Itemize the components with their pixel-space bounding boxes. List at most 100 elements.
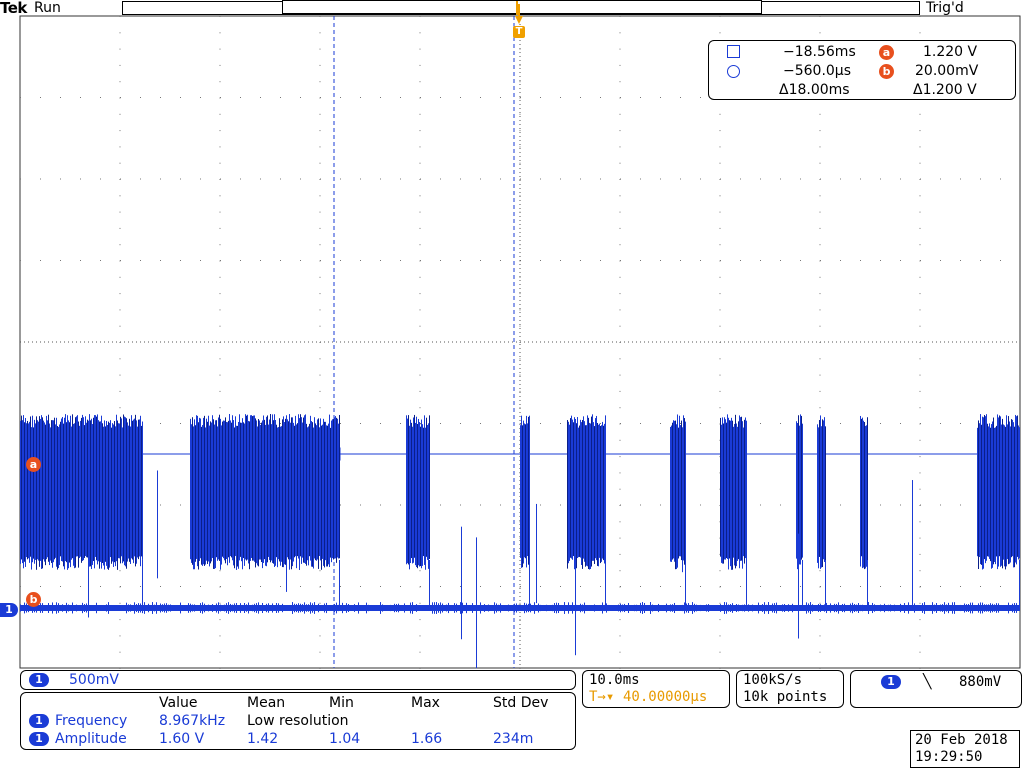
grid-dot [919,162,921,164]
grid-dot [819,276,821,278]
burst-edge [605,560,606,606]
signal-spike [461,526,462,640]
noise-tick [570,605,571,611]
center-hline-dot [200,341,201,343]
center-vline-dot [519,208,521,209]
grid-dot [900,423,901,424]
center-hline-dot [1004,341,1005,343]
center-hline-dot [324,341,325,343]
grid-dot [119,81,121,83]
noise-tick [988,604,989,612]
noise-tick [242,604,243,612]
burst-column [521,415,522,568]
noise-tick [656,605,657,611]
center-hline-dot [524,341,525,343]
burst-column [86,422,87,558]
noise-tick [526,603,527,613]
burst-column [596,415,597,561]
burst-column [581,422,582,565]
noise-tick [756,606,757,610]
grid-dot [119,162,121,164]
horizontal-panel[interactable]: 10.0ms T→▾ 40.00000µs [582,670,730,708]
burst-column [192,417,193,565]
center-vline-dot [519,596,521,597]
burst-column [1008,416,1009,565]
meas-row1-name[interactable]: Frequency [55,713,127,729]
grid-dot [319,130,321,132]
burst-column [200,418,201,559]
grid-dot [119,325,121,327]
center-hline-dot [284,341,285,343]
grid-dot [960,260,961,261]
burst-column [129,418,130,562]
center-hline-dot [20,341,21,343]
noise-tick [940,604,941,612]
grid-dot [319,48,321,50]
burst-column [101,415,102,569]
burst-column [228,420,229,558]
burst-column [70,415,71,568]
burst-column [62,417,63,562]
noise-tick [982,602,983,614]
noise-tick [946,604,947,612]
center-hline-dot [528,341,529,343]
center-hline-dot [508,341,509,343]
noise-tick [890,604,891,612]
noise-tick [752,604,753,612]
center-hline-dot [928,341,929,343]
noise-tick [132,605,133,611]
grid-dot [800,178,801,180]
noise-tick [328,606,329,610]
burst-column [112,423,113,562]
trigger-panel[interactable]: 1 ╲ 880mV [850,670,1022,708]
noise-tick [882,606,883,610]
grid-dot [619,113,621,115]
center-hline-dot [832,341,833,343]
ch1-ground-marker[interactable]: 1 [0,603,18,617]
burst-column [82,414,83,561]
grid-dot [940,504,941,506]
trigger-level: 880mV [959,674,1002,690]
noise-tick [508,604,509,612]
noise-tick [232,604,233,612]
noise-tick [548,606,549,610]
noise-tick [516,603,517,613]
grid-dot [319,276,321,278]
center-hline-dot [792,341,793,343]
burst-column [231,422,232,558]
acquisition-panel[interactable]: 100kS/s 10k points [736,670,844,708]
burst-column [303,417,304,563]
burst-column [989,423,990,559]
grid-dot [460,586,461,587]
burst-column [602,421,603,559]
noise-tick [590,606,591,610]
meas-row2-name[interactable]: Amplitude [55,731,127,747]
grid-dot [819,146,821,148]
burst-column [578,427,579,558]
center-hline-dot [432,341,433,343]
center-hline-dot [588,341,589,343]
burst-column [571,415,572,559]
noise-tick [596,605,597,611]
center-hline-dot [288,341,289,343]
center-hline-dot [560,341,561,343]
grid-dot [319,374,321,376]
grid-dot [160,504,161,506]
center-vline-dot [519,332,521,333]
center-hline-dot [32,341,33,343]
noise-tick [778,605,779,611]
noise-tick [520,605,521,611]
center-hline-dot [692,341,693,343]
noise-tick [364,606,365,610]
grid-dot [300,586,301,587]
trigger-marker[interactable]: T [513,2,525,38]
burst-column [191,424,192,563]
burst-column [577,417,578,559]
burst-column [72,414,73,559]
center-hline-dot [1008,341,1009,343]
waveform-display[interactable] [0,0,1024,768]
noise-tick [196,606,197,610]
channel-scale-panel[interactable]: 1 500mV [20,670,576,690]
grid-dot [519,602,521,604]
noise-tick [394,603,395,613]
